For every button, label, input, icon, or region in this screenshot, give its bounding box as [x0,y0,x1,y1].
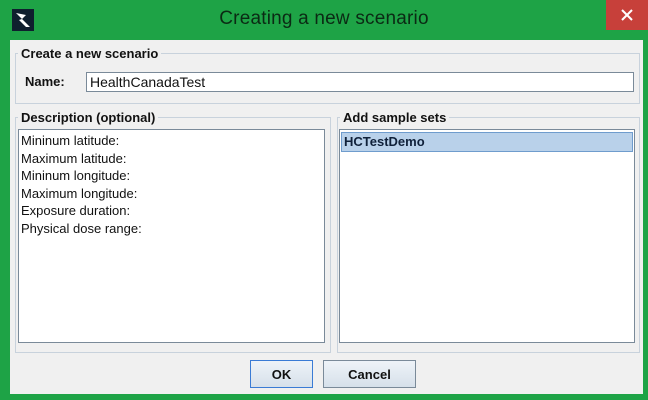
sample-set-item[interactable]: HCTestDemo [341,132,633,152]
description-line: Maximum latitude: [21,150,127,166]
cancel-button[interactable]: Cancel [323,360,416,388]
sample-sets-list[interactable]: HCTestDemo [339,129,635,343]
description-line: Maximum longitude: [21,185,138,201]
title-bar[interactable]: Creating a new scenario [0,0,648,40]
name-label: Name: [25,74,65,89]
dialog-content: Create a new scenario Name: Description … [10,40,643,394]
description-line: Physical dose range: [21,220,142,236]
close-icon [621,9,633,21]
name-input[interactable] [86,72,634,92]
description-line: Mininum latitude: [21,133,120,148]
description-legend: Description (optional) [21,110,156,125]
description-textarea[interactable]: Mininum latitude: Maximum latitude: Mini… [18,129,325,343]
description-line: Exposure duration: [21,203,131,219]
sample-sets-legend: Add sample sets [343,110,447,125]
description-line: Mininum longitude: [21,168,131,184]
create-scenario-legend: Create a new scenario [21,46,159,61]
dialog-window: Creating a new scenario Create a new sce… [0,0,648,400]
ok-button[interactable]: OK [250,360,313,388]
window-title: Creating a new scenario [219,8,429,29]
close-button[interactable] [606,0,648,30]
